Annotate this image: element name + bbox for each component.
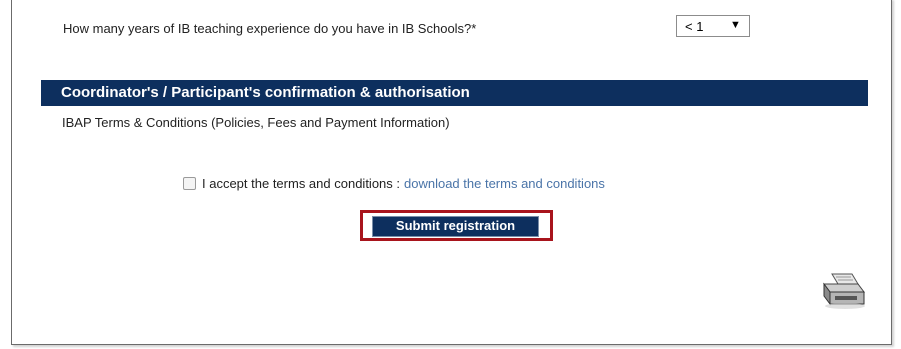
printer-icon[interactable] [818,270,868,315]
section-title: Coordinator's / Participant's confirmati… [61,84,470,101]
experience-select[interactable]: < 1 ▼ [676,15,750,37]
submit-highlight-box: Submit registration [360,210,553,241]
submit-registration-button[interactable]: Submit registration [372,216,539,237]
terms-description: IBAP Terms & Conditions (Policies, Fees … [62,115,450,130]
section-header: Coordinator's / Participant's confirmati… [41,80,868,106]
experience-question-label: How many years of IB teaching experience… [63,21,477,36]
registration-form-panel [11,0,892,345]
accept-terms-row: I accept the terms and conditions : down… [183,176,605,191]
download-terms-link[interactable]: download the terms and conditions [404,176,605,191]
accept-terms-label: I accept the terms and conditions : [202,176,400,191]
accept-terms-checkbox[interactable] [183,177,196,190]
experience-select-value: < 1 [685,19,704,34]
chevron-down-icon: ▼ [730,19,741,31]
